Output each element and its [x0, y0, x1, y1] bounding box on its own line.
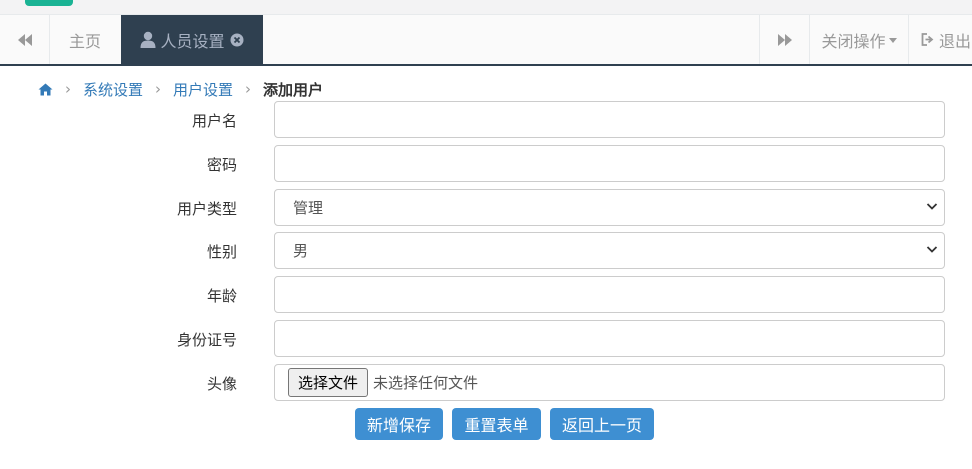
avatar-file-input: 选择文件 未选择任何文件 — [274, 364, 945, 401]
breadcrumb: › 系统设置 › 用户设置 › 添加用户 — [38, 78, 323, 100]
username-input[interactable] — [274, 101, 945, 138]
breadcrumb-user-settings[interactable]: 用户设置 — [173, 79, 233, 100]
chevron-down-icon — [926, 246, 938, 253]
close-operations-dropdown[interactable]: 关闭操作 — [809, 15, 908, 64]
brand-indicator — [25, 0, 73, 6]
password-input[interactable] — [274, 145, 945, 182]
save-button[interactable]: 新增保存 — [355, 408, 443, 440]
avatar-label: 头像 — [206, 375, 237, 393]
logout-button[interactable]: 退出 — [908, 15, 972, 64]
age-input[interactable] — [274, 276, 945, 313]
breadcrumb-current: 添加用户 — [263, 80, 324, 99]
breadcrumb-separator: › — [65, 80, 71, 98]
age-label: 年龄 — [206, 287, 237, 305]
tab-scroll-left-button[interactable] — [0, 15, 50, 64]
choose-file-button[interactable]: 选择文件 — [288, 368, 369, 397]
file-status-text: 未选择任何文件 — [373, 374, 479, 392]
breadcrumb-separator: › — [155, 80, 162, 98]
tab-home[interactable]: 主页 — [50, 15, 120, 64]
tab-personnel-settings-label: 人员设置 — [160, 31, 225, 51]
tab-personnel-settings[interactable]: 人员设置 — [121, 15, 263, 64]
gender-label: 性别 — [206, 243, 237, 261]
user-icon — [140, 31, 156, 48]
tab-home-label: 主页 — [68, 31, 101, 51]
breadcrumb-separator: › — [245, 80, 252, 98]
caret-down-icon — [888, 38, 897, 43]
top-strip — [0, 0, 972, 15]
chevron-down-icon — [926, 203, 938, 210]
close-tab-icon[interactable] — [230, 33, 244, 47]
backward-icon — [17, 33, 32, 46]
reset-form-button[interactable]: 重置表单 — [452, 408, 541, 440]
back-button[interactable]: 返回上一页 — [550, 408, 654, 440]
usertype-select[interactable]: 管理 — [274, 189, 945, 226]
username-label: 用户名 — [191, 112, 237, 130]
home-icon[interactable] — [38, 83, 53, 96]
close-operations-label: 关闭操作 — [821, 31, 886, 51]
usertype-selected-value: 管理 — [293, 199, 324, 217]
gender-select[interactable]: 男 — [274, 232, 945, 269]
usertype-label: 用户类型 — [176, 200, 237, 218]
breadcrumb-system-settings[interactable]: 系统设置 — [83, 79, 143, 100]
gender-selected-value: 男 — [293, 242, 309, 260]
password-label: 密码 — [206, 156, 237, 174]
forward-icon — [777, 33, 792, 46]
idcard-input[interactable] — [274, 320, 945, 357]
logout-label: 退出 — [939, 31, 972, 51]
idcard-label: 身份证号 — [176, 331, 237, 349]
tab-scroll-right-button[interactable] — [759, 15, 809, 64]
sign-out-icon — [921, 33, 935, 46]
tab-bar: 主页 人员设置 关闭操作 退出 — [0, 15, 972, 66]
